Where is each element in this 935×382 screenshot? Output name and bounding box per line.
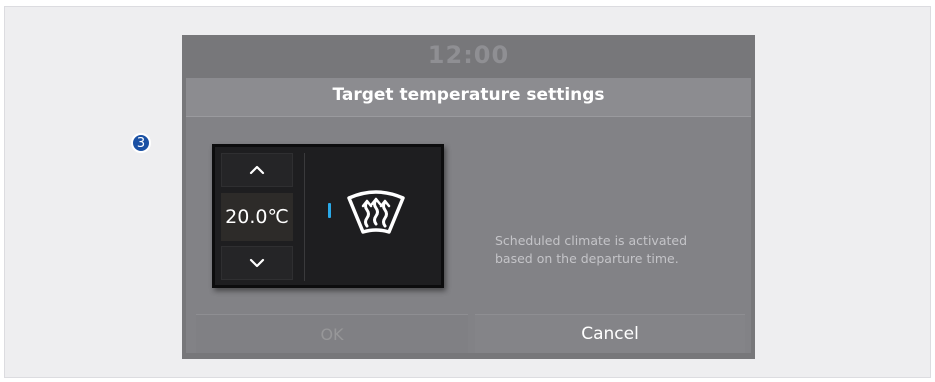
ok-button[interactable]: OK: [196, 314, 468, 353]
temperature-value: 20.0℃: [221, 193, 293, 241]
temperature-up-button[interactable]: [221, 153, 293, 187]
callout-badge: 3: [131, 133, 151, 153]
climate-control-panel: 20.0℃: [212, 144, 444, 288]
message-line: based on the departure time.: [495, 251, 679, 266]
status-clock: 12:00: [427, 41, 510, 69]
chevron-down-icon: [249, 258, 265, 268]
message-line: Scheduled climate is activated: [495, 233, 688, 248]
target-temperature-dialog: Target temperature settings 20.0℃ Schedu…: [186, 78, 751, 353]
panel-divider: [304, 153, 305, 281]
temperature-down-button[interactable]: [221, 246, 293, 280]
dialog-buttons: OK Cancel: [186, 314, 751, 353]
cancel-button[interactable]: Cancel: [475, 314, 745, 353]
dialog-header: Target temperature settings: [186, 78, 751, 117]
defrost-indicator-led: [328, 203, 331, 218]
infotainment-screen: 12:00 Target temperature settings 20.0℃: [182, 35, 755, 359]
front-defroster-icon: [347, 190, 405, 234]
dialog-title: Target temperature settings: [332, 85, 605, 105]
temperature-stepper: 20.0℃: [221, 153, 293, 281]
chevron-up-icon: [249, 165, 265, 175]
front-defrost-button[interactable]: [343, 184, 409, 240]
schedule-message: Scheduled climate is activated based on …: [495, 232, 715, 268]
